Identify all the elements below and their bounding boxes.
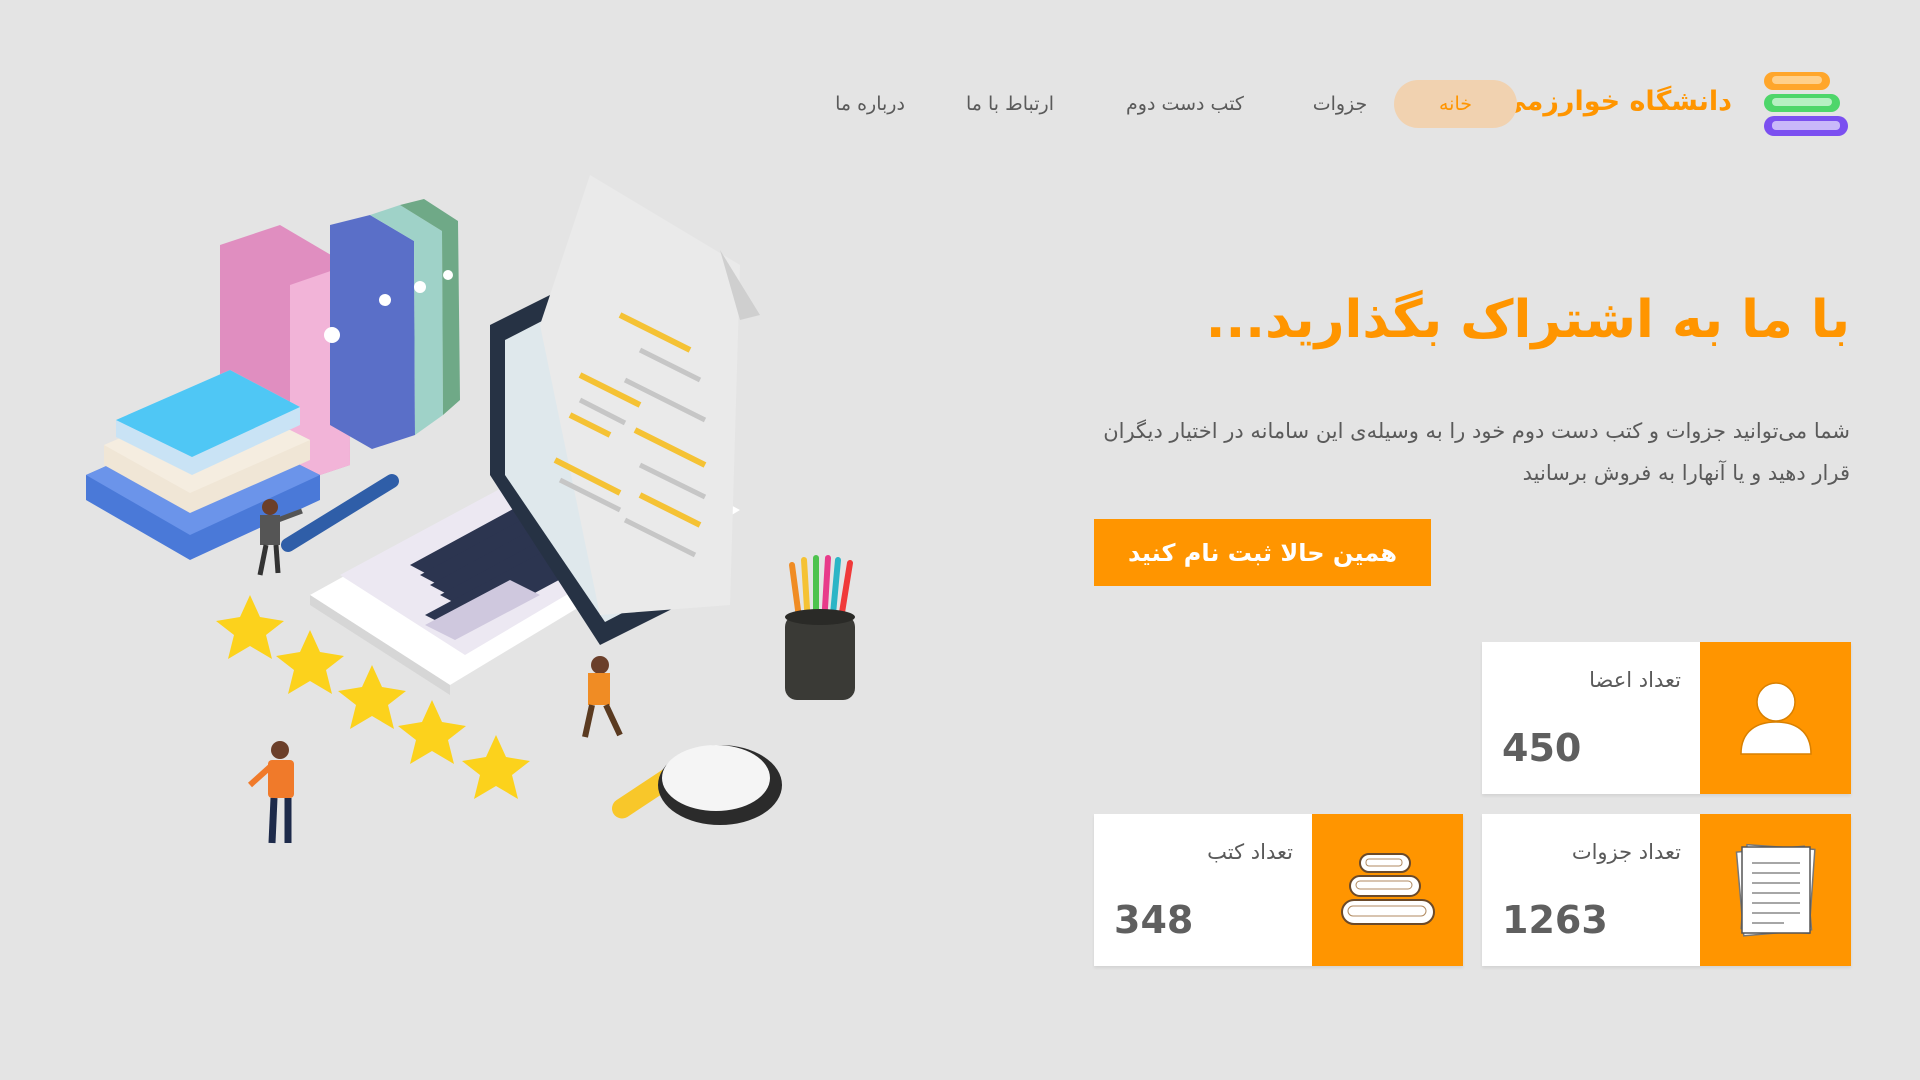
nav-item-used-books[interactable]: کتب دست دوم (1110, 80, 1260, 128)
stat-value: 1263 (1502, 898, 1608, 942)
hero-title: با ما به اشتراک بگذارید... (1205, 290, 1850, 350)
user-icon (1739, 682, 1812, 755)
signup-now-button[interactable]: همین حالا ثبت نام کنید (1094, 519, 1431, 586)
brand-name[interactable]: دانشگاه خوارزمی (1499, 86, 1732, 117)
nav-item-contact[interactable]: ارتباط با ما (955, 80, 1065, 128)
stat-icon-box (1700, 814, 1851, 966)
stat-icon-box (1700, 642, 1851, 794)
stat-label: تعداد کتب (1207, 840, 1293, 864)
person-standing-illustration (247, 741, 294, 844)
stat-value: 450 (1502, 726, 1582, 770)
hero-illustration (86, 175, 855, 844)
documents-icon (1735, 843, 1816, 937)
stat-card-members: تعداد اعضا 450 (1482, 642, 1851, 794)
nav-item-home[interactable]: خانه (1394, 80, 1517, 128)
stat-label: تعداد جزوات (1571, 840, 1681, 864)
stat-card-books: تعداد کتب 348 (1094, 814, 1463, 966)
nav-item-notes[interactable]: جزوات (1300, 80, 1380, 128)
nav-item-about[interactable]: درباره ما (820, 80, 920, 128)
logo-books-icon[interactable] (1762, 70, 1850, 142)
stat-label: تعداد اعضا (1589, 668, 1681, 692)
pencil-cup-illustration (785, 555, 855, 700)
stat-card-notes: تعداد جزوات 1263 (1482, 814, 1851, 966)
stat-value: 348 (1114, 898, 1194, 942)
hero-description: شما می‌توانید جزوات و کتب دست دوم خود را… (1103, 419, 1850, 485)
person-sitting-illustration (582, 656, 623, 738)
books-icon (1340, 853, 1435, 925)
magnifier-illustration (612, 745, 782, 825)
stat-icon-box (1312, 814, 1463, 966)
